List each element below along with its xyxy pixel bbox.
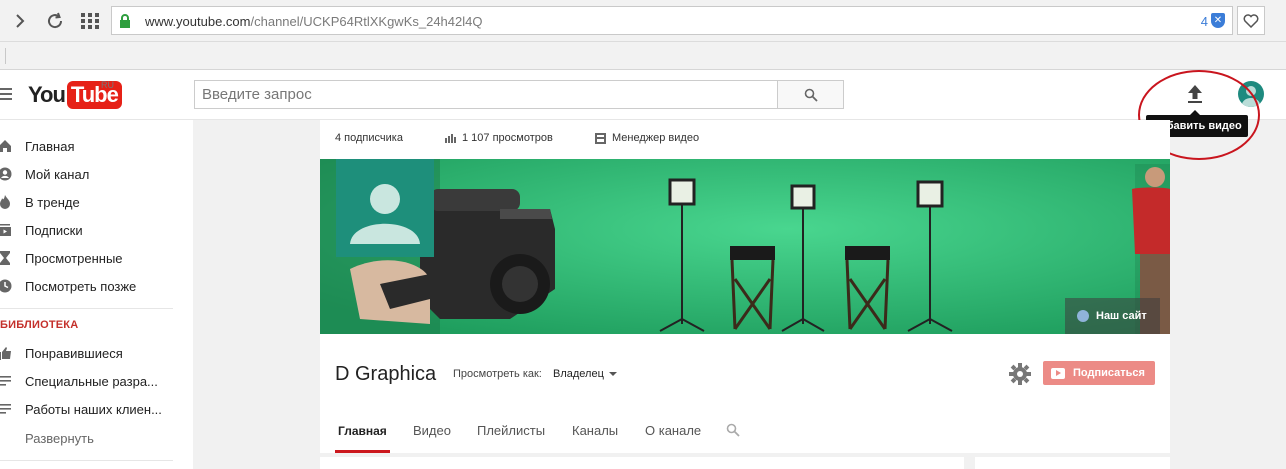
video-manager-icon xyxy=(595,132,606,144)
video-manager-link[interactable]: Менеджер видео xyxy=(595,132,699,144)
url-text: www.youtube.com/channel/UCKP64RtlXKgwKs_… xyxy=(145,14,483,29)
sidebar-item-trending[interactable]: В тренде xyxy=(0,188,193,216)
thumbs-up-icon xyxy=(0,346,12,360)
guide-sidebar: Главная Мой канал В тренде Подписки Прос… xyxy=(0,120,193,469)
view-count: 1 107 просмотров xyxy=(445,132,553,144)
gear-icon[interactable] xyxy=(1009,363,1031,385)
sidebar-item-playlist[interactable]: Работы наших клиен... xyxy=(0,395,193,423)
globe-icon xyxy=(1077,310,1089,322)
tab-about[interactable]: О канале xyxy=(645,423,701,438)
search-button[interactable] xyxy=(777,80,844,109)
channel-stats-bar: 4 подписчика 1 107 просмотров Менеджер в… xyxy=(320,120,1170,159)
forward-icon[interactable] xyxy=(8,9,32,33)
guide-menu-icon[interactable] xyxy=(0,88,12,100)
content-card xyxy=(975,457,1170,469)
bookmark-heart-icon[interactable] xyxy=(1237,6,1265,35)
view-as-dropdown[interactable]: Владелец xyxy=(553,368,617,380)
subscribe-button[interactable]: Подписаться xyxy=(1043,361,1155,385)
tab-home[interactable]: Главная xyxy=(338,424,387,438)
user-icon xyxy=(0,167,12,181)
youtube-header: You Tube RU Введите запрос xyxy=(0,70,1286,120)
expand-link[interactable]: Развернуть xyxy=(25,431,94,446)
bar-chart-icon xyxy=(445,134,456,143)
blocked-count: 4 xyxy=(1200,14,1208,29)
banner-artwork xyxy=(320,159,1170,334)
reload-icon[interactable] xyxy=(43,9,67,33)
tab-playlists[interactable]: Плейлисты xyxy=(477,423,545,438)
sidebar-item-watch-later[interactable]: Посмотреть позже xyxy=(0,272,193,300)
sidebar-item-my-channel[interactable]: Мой канал xyxy=(0,160,193,188)
library-heading[interactable]: БИБЛИОТЕКА xyxy=(0,319,78,331)
sidebar-item-playlist[interactable]: Специальные разра... xyxy=(0,367,193,395)
clock-icon xyxy=(0,279,12,293)
caret-down-icon xyxy=(608,372,617,376)
browser-toolbar: www.youtube.com/channel/UCKP64RtlXKgwKs_… xyxy=(0,0,1286,42)
channel-title: D Graphica xyxy=(335,363,437,385)
content-card xyxy=(320,457,964,469)
sidebar-item-subscriptions[interactable]: Подписки xyxy=(0,216,193,244)
channel-avatar[interactable] xyxy=(336,159,434,257)
subscriptions-icon xyxy=(0,223,12,237)
flame-icon xyxy=(0,195,12,209)
speed-dial-icon[interactable] xyxy=(78,9,102,33)
sidebar-divider xyxy=(0,460,173,461)
search-icon xyxy=(804,88,818,102)
bookmarks-separator xyxy=(5,48,6,64)
lock-icon xyxy=(119,14,131,33)
sidebar-item-history[interactable]: Просмотренные xyxy=(0,244,193,272)
subscriber-count: 4 подписчика xyxy=(335,132,403,144)
playlist-icon xyxy=(0,374,12,388)
active-tab-indicator xyxy=(335,450,390,453)
youtube-play-icon xyxy=(1051,367,1065,379)
home-icon xyxy=(0,139,12,153)
search-input[interactable]: Введите запрос xyxy=(194,80,777,109)
address-bar[interactable]: www.youtube.com/channel/UCKP64RtlXKgwKs_… xyxy=(111,6,1233,35)
banner-site-link[interactable]: Наш сайт xyxy=(1065,298,1160,334)
sidebar-divider xyxy=(0,308,173,309)
hourglass-icon xyxy=(0,251,12,265)
youtube-logo[interactable]: You Tube RU xyxy=(28,80,122,109)
channel-search-icon[interactable] xyxy=(726,423,740,442)
channel-banner: Наш сайт xyxy=(320,159,1170,334)
sidebar-item-home[interactable]: Главная xyxy=(0,132,193,160)
bookmarks-bar xyxy=(0,42,1286,70)
view-as-label: Просмотреть как: xyxy=(453,368,542,380)
tab-videos[interactable]: Видео xyxy=(413,423,451,438)
channel-page: 4 подписчика 1 107 просмотров Менеджер в… xyxy=(320,120,1170,453)
sidebar-item-liked[interactable]: Понравившиеся xyxy=(0,339,193,367)
adblock-shield-icon[interactable]: ✕ xyxy=(1211,13,1225,28)
playlist-icon xyxy=(0,402,12,416)
tab-channels[interactable]: Каналы xyxy=(572,423,618,438)
